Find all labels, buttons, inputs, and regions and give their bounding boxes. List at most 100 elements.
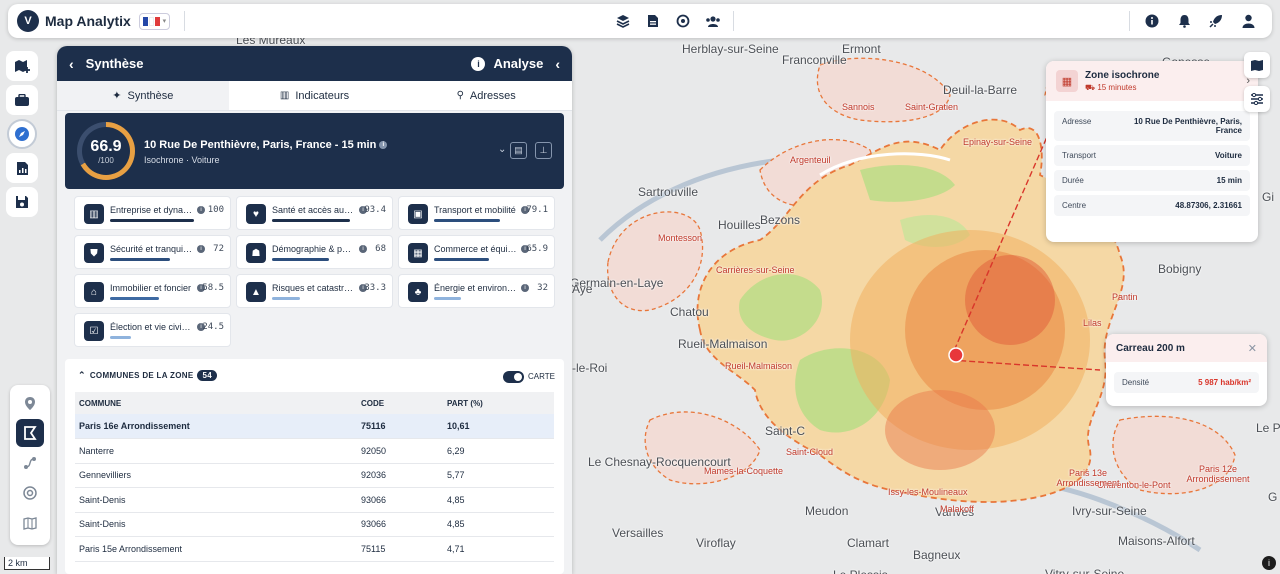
bell-icon[interactable] bbox=[1174, 11, 1194, 31]
commune-part-cell: 6,29 bbox=[443, 438, 554, 464]
table-row[interactable]: Saint-Denis 93066 4,85 bbox=[75, 487, 554, 513]
sparkle-icon: ✦ bbox=[112, 90, 122, 102]
map-commune-label: Paris 12e Arrondissement bbox=[1186, 464, 1250, 484]
rocket-icon[interactable] bbox=[1206, 11, 1226, 31]
map-tool-icon[interactable] bbox=[16, 509, 44, 537]
tab-adresses[interactable]: ⚲ Adresses bbox=[400, 81, 572, 110]
map-scale: 2 km bbox=[4, 557, 50, 570]
indicator-label: Énergie et environnement bbox=[434, 283, 518, 293]
table-row[interactable]: Nanterre 92050 6,29 bbox=[75, 438, 554, 464]
briefcase-icon[interactable] bbox=[6, 85, 38, 115]
map-place-label: Sartrouville bbox=[638, 185, 699, 199]
map-commune-label: Mames-la-Coquette bbox=[704, 466, 784, 476]
isochrone-center-marker[interactable] bbox=[948, 347, 964, 363]
chevron-down-icon: ▾ bbox=[162, 18, 167, 25]
attribution-info-icon[interactable]: i bbox=[1262, 556, 1276, 570]
report-icon[interactable] bbox=[6, 153, 38, 183]
table-row[interactable]: Paris 16e Arrondissement 75116 10,61 bbox=[75, 414, 554, 439]
pin-card-icon[interactable]: ⊥ bbox=[535, 142, 552, 159]
map-style-icon[interactable] bbox=[1244, 52, 1270, 78]
heat-layer-4 bbox=[885, 390, 995, 470]
map-commune-label: Rueil-Malmaison bbox=[725, 361, 793, 371]
carreau-popup-header: Carreau 200 m ✕ bbox=[1106, 334, 1267, 362]
users-icon[interactable] bbox=[703, 11, 723, 31]
app-title: Map Analytix bbox=[45, 13, 131, 29]
user-icon[interactable] bbox=[1238, 11, 1258, 31]
compass-settings-icon[interactable] bbox=[673, 11, 693, 31]
map-commune-label: Malakoff bbox=[940, 504, 974, 514]
back-chevron-icon[interactable]: ‹ bbox=[69, 56, 74, 72]
indicator-card[interactable]: ▥ Entreprise et dynamismei100 bbox=[74, 196, 231, 230]
map-commune-label: Pantin bbox=[1112, 292, 1138, 302]
app-logo[interactable]: V bbox=[17, 10, 39, 32]
info-icon[interactable]: i bbox=[521, 284, 529, 292]
indicator-card[interactable]: ♣ Énergie et environnementi 32 bbox=[398, 274, 555, 308]
map-commune-label: Epinay-sur-Seine bbox=[963, 137, 1033, 147]
address-subtitle: Isochrone · Voiture bbox=[144, 155, 220, 165]
indicator-card[interactable]: ⌂ Immobilier et foncier i 58.5 bbox=[74, 274, 231, 308]
panel-right-label[interactable]: Analyse bbox=[493, 56, 543, 71]
info-icon[interactable]: i bbox=[379, 141, 388, 150]
add-map-icon[interactable] bbox=[6, 51, 38, 81]
indicator-score: 72 bbox=[213, 244, 224, 254]
indicator-card[interactable]: ▦Commerce et équipementsi65.9 bbox=[398, 235, 555, 269]
column-header-part[interactable]: PART (%) bbox=[443, 392, 554, 414]
indicator-bar bbox=[434, 297, 461, 300]
map-place-label: Houilles bbox=[718, 218, 761, 232]
carte-toggle-label: CARTE bbox=[528, 372, 555, 381]
isochrone-tool-icon[interactable] bbox=[16, 419, 44, 447]
carreau-density-row: Densité 5 987 hab/km² bbox=[1114, 372, 1259, 393]
score-denominator: /100 bbox=[98, 155, 114, 165]
map-place-label: Franconville bbox=[782, 53, 847, 67]
collapse-chevron-icon[interactable]: ‹ bbox=[555, 56, 560, 72]
language-flag-fr[interactable]: ▾ bbox=[138, 12, 170, 30]
tab-label: Synthèse bbox=[127, 89, 174, 102]
info-icon[interactable] bbox=[1142, 11, 1162, 31]
isochrone-popup-rows: Adresse 10 Rue De Penthièvre, Paris, Fran… bbox=[1046, 101, 1258, 216]
indicator-card[interactable]: ▲Risques et catastrophesi33.3 bbox=[236, 274, 393, 308]
map-commune-label: Saint-Gratien bbox=[905, 102, 959, 112]
commune-part-cell: 5,77 bbox=[443, 463, 554, 488]
expand-chevron-icon[interactable]: ⌄ bbox=[498, 144, 506, 155]
tab-synthese[interactable]: ✦ Synthèse bbox=[57, 81, 229, 110]
info-icon[interactable]: i bbox=[471, 56, 486, 71]
route-tool-icon[interactable] bbox=[16, 449, 44, 477]
tab-indicateurs[interactable]: ▥ Indicateurs bbox=[229, 81, 401, 110]
table-row[interactable]: Paris 15e Arrondissement 75115 4,71 bbox=[75, 536, 554, 562]
indicator-label: Immobilier et foncier bbox=[110, 283, 192, 293]
indicator-card[interactable]: ☑ Élection et vie civique i 24.5 bbox=[74, 313, 231, 347]
commune-name-cell: Gennevilliers bbox=[75, 463, 357, 488]
indicator-label: Risques et catastrophes bbox=[272, 283, 356, 293]
indicator-card[interactable]: ♥Santé et accès aux soinsi93.4 bbox=[236, 196, 393, 230]
communes-count-badge: 54 bbox=[197, 370, 217, 381]
table-row[interactable]: Saint-Denis 93066 4,85 bbox=[75, 512, 554, 537]
info-icon[interactable]: i bbox=[197, 245, 205, 253]
document-icon[interactable] bbox=[643, 11, 663, 31]
commune-name-cell: Paris 15e Arrondissement bbox=[75, 536, 357, 562]
info-icon[interactable]: i bbox=[359, 245, 367, 253]
isochrone-info-row: Adresse 10 Rue De Penthièvre, Paris, Fran… bbox=[1054, 111, 1250, 141]
indicator-card[interactable]: ▣ Transport et mobilité i 79.1 bbox=[398, 196, 555, 230]
communes-header[interactable]: ⌃ COMMUNES DE LA ZONE 54 bbox=[78, 370, 217, 381]
indicator-card[interactable]: ⛊ Sécurité et tranquillité i 72 bbox=[74, 235, 231, 269]
indicator-label: Transport et mobilité bbox=[434, 205, 516, 215]
pdf-export-icon[interactable]: ▤ bbox=[510, 142, 527, 159]
radius-tool-icon[interactable] bbox=[16, 479, 44, 507]
car-icon: ⛟ bbox=[1085, 82, 1096, 92]
panel-back-label[interactable]: Synthèse bbox=[86, 56, 144, 71]
map-place-label: Versailles bbox=[612, 526, 664, 540]
layers-icon[interactable] bbox=[613, 11, 633, 31]
compass-icon[interactable] bbox=[7, 119, 37, 149]
carte-toggle[interactable] bbox=[503, 371, 524, 383]
table-row[interactable]: Gennevilliers 92036 5,77 bbox=[75, 463, 554, 488]
filters-icon[interactable] bbox=[1244, 86, 1270, 112]
column-header-code[interactable]: CODE bbox=[357, 392, 443, 414]
close-icon[interactable]: ✕ bbox=[1248, 342, 1257, 355]
indicator-card[interactable]: ☗ Démographie & populationi 68 bbox=[236, 235, 393, 269]
indicator-score: 93.4 bbox=[364, 205, 386, 215]
info-icon[interactable]: i bbox=[197, 206, 205, 214]
column-header-commune[interactable]: COMMUNE bbox=[75, 392, 357, 414]
pin-tool-icon[interactable] bbox=[16, 389, 44, 417]
commune-code-cell: 93066 bbox=[357, 512, 443, 537]
save-icon[interactable] bbox=[6, 187, 38, 217]
